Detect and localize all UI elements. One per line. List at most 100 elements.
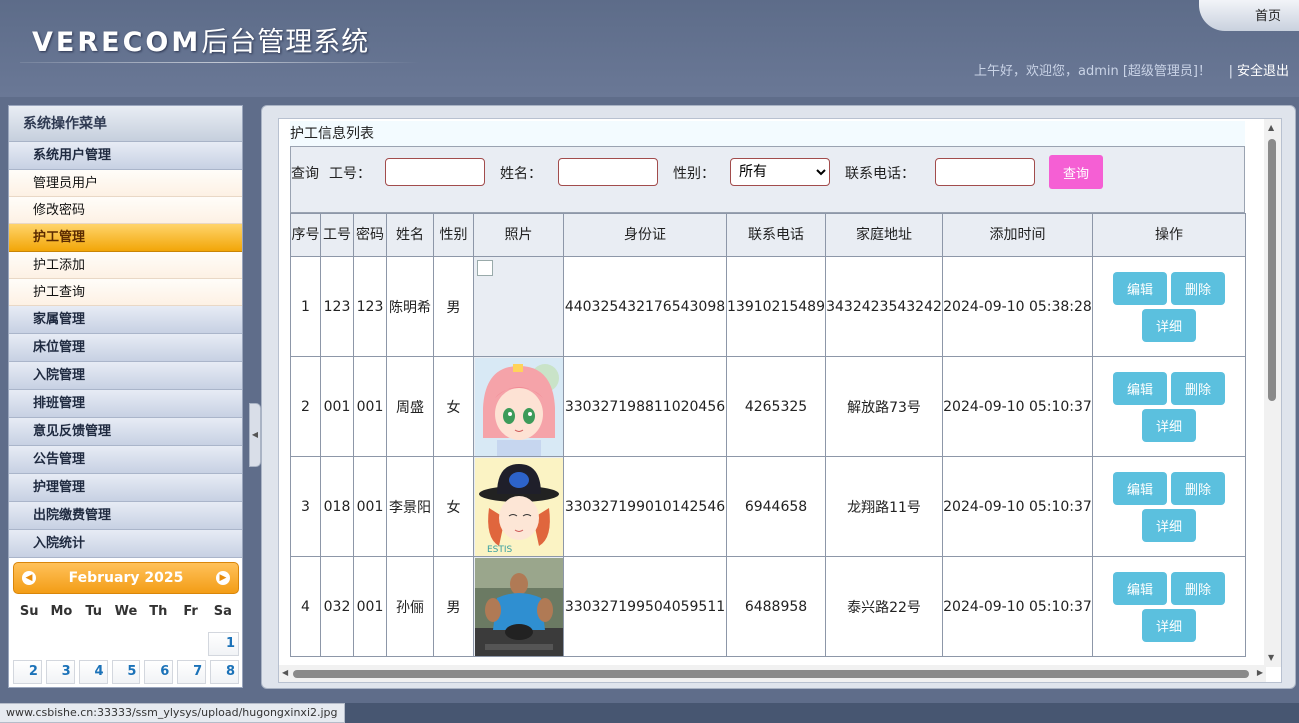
photo-frame[interactable] (474, 357, 563, 456)
phone-label: 联系电话： (845, 166, 915, 182)
gonghao-label: 工号： (329, 166, 371, 182)
cell-photo[interactable] (473, 256, 564, 357)
sidebar-item[interactable]: 家属管理 (9, 306, 242, 334)
sidebar-item[interactable]: 公告管理 (9, 446, 242, 474)
table-header-row: 序号 工号 密码 姓名 性别 照片 身份证 联系电话 家庭地址 添加时间 操作 (290, 213, 1246, 257)
edit-button[interactable]: 编辑 (1113, 471, 1167, 505)
detail-button[interactable]: 详细 (1142, 608, 1196, 642)
svg-text:ESTIS: ESTIS (487, 545, 513, 555)
cell-name: 孙俪 (386, 556, 434, 657)
query-button[interactable]: 查询 (1049, 155, 1103, 189)
delete-button[interactable]: 删除 (1171, 571, 1225, 605)
column-header: 身份证 (563, 213, 727, 257)
cell-gender: 女 (433, 356, 474, 457)
cell-gender: 男 (433, 556, 474, 657)
calendar: ◀ February 2025 ▶ Su Mo Tu We Th Fr Sa 1 23456… (9, 558, 242, 687)
cell-gonghao: 001 (320, 356, 354, 457)
cell-address: 龙翔路11号 (825, 456, 943, 557)
cell-photo[interactable]: ESTIS (473, 456, 564, 557)
logout-link[interactable]: 安全退出 (1229, 60, 1289, 79)
gonghao-input[interactable] (385, 158, 485, 186)
scroll-left-icon[interactable]: ◀ (282, 668, 288, 677)
sidebar-item[interactable]: 入院统计 (9, 530, 242, 558)
cell-ops: 编辑 删除 详细 (1092, 256, 1246, 357)
horizontal-scrollbar[interactable]: ◀ ▶ (279, 665, 1266, 682)
cell-no: 3 (290, 456, 321, 557)
calendar-day[interactable]: 8 (210, 660, 240, 684)
cell-ops: 编辑 删除 详细 (1092, 356, 1246, 457)
calendar-weekday: Tu (85, 604, 103, 619)
cell-time: 2024-09-10 05:10:37 (942, 556, 1093, 657)
calendar-day[interactable]: 1 (208, 632, 240, 656)
scroll-down-icon[interactable]: ▼ (1268, 653, 1277, 663)
cell-photo[interactable] (473, 556, 564, 657)
vertical-scrollbar[interactable]: ▲ ▼ (1264, 119, 1281, 667)
scroll-thumb-horizontal[interactable] (293, 670, 1249, 678)
cell-mima: 001 (353, 356, 387, 457)
edit-button[interactable]: 编辑 (1113, 271, 1167, 305)
edit-button[interactable]: 编辑 (1113, 371, 1167, 405)
sidebar-item[interactable]: 修改密码 (9, 197, 242, 224)
sidebar-item[interactable]: 护理管理 (9, 474, 242, 502)
sidebar-item[interactable]: 管理员用户 (9, 170, 242, 197)
column-header: 姓名 (386, 213, 434, 257)
cell-gonghao: 032 (320, 556, 354, 657)
cell-phone: 6944658 (726, 456, 826, 557)
scroll-thumb[interactable] (1268, 139, 1276, 401)
column-header: 联系电话 (726, 213, 826, 257)
phone-input[interactable] (935, 158, 1035, 186)
sidebar-item[interactable]: 床位管理 (9, 334, 242, 362)
cell-phone: 4265325 (726, 356, 826, 457)
detail-button[interactable]: 详细 (1142, 508, 1196, 542)
sidebar-item[interactable]: 排班管理 (9, 390, 242, 418)
edit-button[interactable]: 编辑 (1113, 571, 1167, 605)
sidebar-item[interactable]: 护工管理 (9, 224, 242, 252)
row-actions: 编辑 删除 详细 (1109, 371, 1229, 442)
cell-ops: 编辑 删除 详细 (1092, 556, 1246, 657)
cell-gonghao: 018 (320, 456, 354, 557)
chevron-right-icon[interactable]: ▶ (216, 571, 230, 585)
column-header: 操作 (1092, 213, 1246, 257)
detail-button[interactable]: 详细 (1142, 308, 1196, 342)
sidebar-item[interactable]: 系统用户管理 (9, 142, 242, 170)
calendar-day[interactable]: 6 (144, 660, 174, 684)
name-input[interactable] (558, 158, 658, 186)
cell-address: 泰兴路22号 (825, 556, 943, 657)
sidebar-item[interactable]: 护工添加 (9, 252, 242, 279)
cell-gender: 男 (433, 256, 474, 357)
detail-button[interactable]: 详细 (1142, 408, 1196, 442)
cell-time: 2024-09-10 05:38:28 (942, 256, 1093, 357)
calendar-day[interactable]: 7 (177, 660, 207, 684)
calendar-day[interactable]: 4 (78, 660, 108, 684)
sidebar-item[interactable]: 出院缴费管理 (9, 502, 242, 530)
main-panel: 护工信息列表 查询 工号： 姓名： 性别： 所有 联系电话： 查询 序号工号 (261, 105, 1296, 689)
calendar-day[interactable]: 5 (111, 660, 141, 684)
calendar-day[interactable]: 2 (13, 660, 42, 684)
photo-frame[interactable]: ESTIS (474, 457, 563, 556)
scroll-up-icon[interactable]: ▲ (1268, 123, 1277, 133)
name-label: 姓名： (500, 166, 542, 182)
status-bar-url: www.csbishe.cn:33333/ssm_ylysys/upload/h… (0, 703, 345, 723)
delete-button[interactable]: 删除 (1171, 471, 1225, 505)
delete-button[interactable]: 删除 (1171, 371, 1225, 405)
gender-select[interactable]: 所有 (730, 158, 830, 186)
sidebar-item[interactable]: 护工查询 (9, 279, 242, 306)
cell-ops: 编辑 删除 详细 (1092, 456, 1246, 557)
photo-frame[interactable] (475, 258, 563, 356)
sidebar-item[interactable]: 入院管理 (9, 362, 242, 390)
chevron-left-icon[interactable]: ◀ (22, 571, 36, 585)
photo-frame[interactable] (474, 557, 563, 656)
scroll-right-icon[interactable]: ▶ (1257, 668, 1263, 677)
table-body: 1 123 123 陈明希男 440325432176543098 13910215489… (290, 256, 1246, 657)
delete-button[interactable]: 删除 (1171, 271, 1225, 305)
sidebar-item[interactable]: 意见反馈管理 (9, 418, 242, 446)
home-tab[interactable]: 首页 (1199, 0, 1299, 31)
calendar-day[interactable]: 3 (45, 660, 75, 684)
cell-name: 周盛 (386, 356, 434, 457)
cell-photo[interactable] (473, 356, 564, 457)
cell-phone: 6488958 (726, 556, 826, 657)
calendar-weekday: Mo (50, 604, 73, 619)
home-link[interactable]: 首页 (1255, 5, 1281, 24)
calendar-weekday: Fr (183, 604, 198, 619)
collapse-sidebar-icon[interactable]: ◀ (249, 403, 261, 467)
